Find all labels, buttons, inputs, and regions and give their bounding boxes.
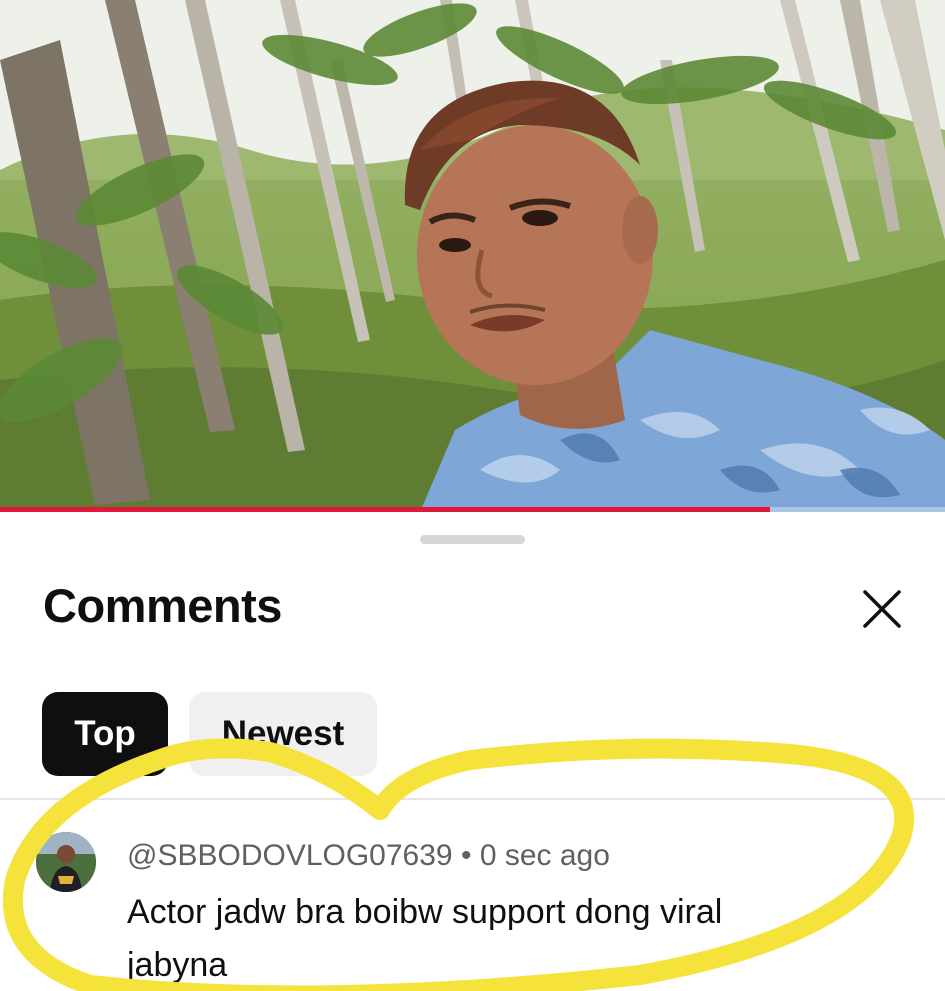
divider <box>0 798 945 800</box>
video-progress-track[interactable] <box>0 507 945 512</box>
comment-text: Actor jadw bra boibw support dong viral … <box>127 893 723 984</box>
drag-handle[interactable] <box>420 535 525 544</box>
app-screen: Comments Top Newest @SBBODOVLOG07639 • 0… <box>0 0 945 991</box>
meta-separator: • <box>460 839 472 872</box>
video-frame <box>0 0 945 512</box>
comment-timestamp: 0 sec ago <box>479 839 610 872</box>
comment-author[interactable]: @SBBODOVLOG07639 <box>127 839 453 872</box>
comments-title: Comments <box>43 579 282 632</box>
comment-meta: @SBBODOVLOG07639 • 0 sec ago <box>127 839 610 873</box>
avatar-image <box>36 832 96 892</box>
avatar[interactable] <box>36 832 96 892</box>
video-player[interactable] <box>0 0 945 512</box>
comments-sheet: Comments Top Newest @SBBODOVLOG07639 • 0… <box>0 514 945 991</box>
sort-chip-top[interactable]: Top <box>42 692 168 776</box>
close-icon <box>863 590 901 628</box>
sort-chip-newest[interactable]: Newest <box>189 692 377 776</box>
video-progress-fill <box>0 507 771 512</box>
close-button[interactable] <box>855 582 909 636</box>
